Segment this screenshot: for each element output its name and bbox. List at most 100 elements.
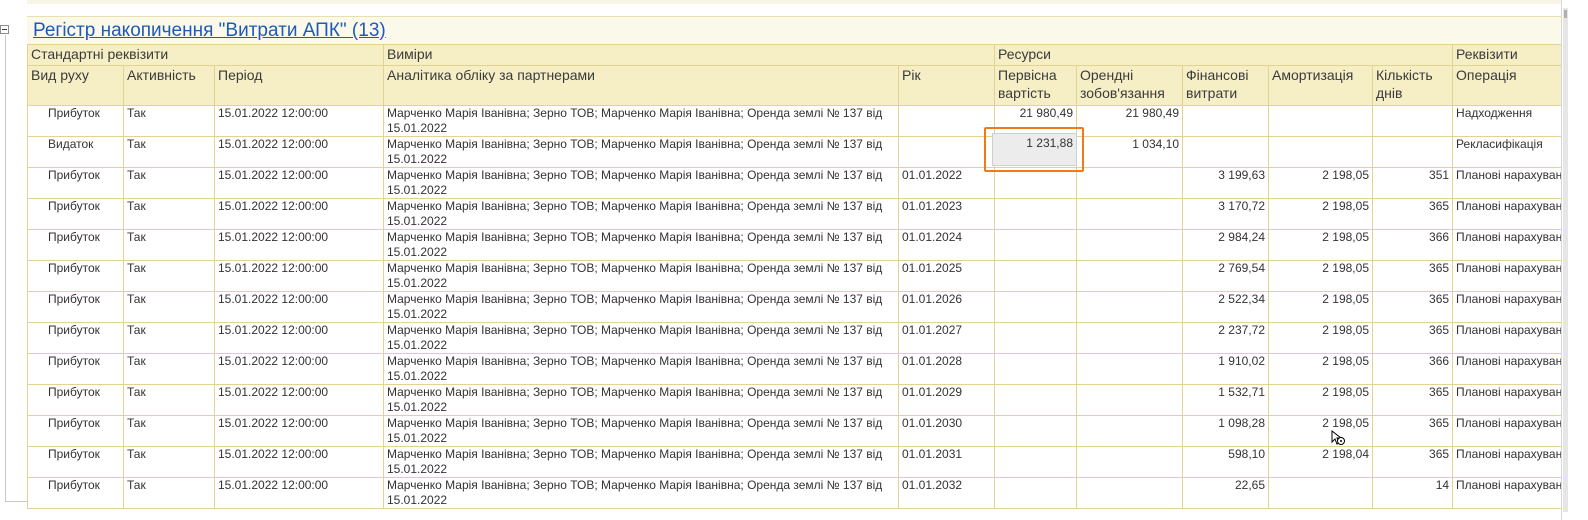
depreciation-cell[interactable]: 2 198,05 xyxy=(1268,198,1373,230)
movement-type-cell[interactable]: Прибуток xyxy=(27,415,124,447)
movement-type-cell[interactable]: Прибуток xyxy=(27,353,124,385)
movement-type-cell[interactable]: Прибуток xyxy=(27,229,124,261)
depreciation-cell[interactable]: 2 198,05 xyxy=(1268,229,1373,261)
movement-type-cell[interactable]: Видаток xyxy=(27,136,124,168)
lease-liability-cell[interactable] xyxy=(1076,477,1183,509)
analytics-cell[interactable]: Марченко Марія Іванівна; Зерно ТОВ; Марч… xyxy=(383,136,899,168)
depreciation-cell[interactable] xyxy=(1268,105,1373,137)
depreciation-cell[interactable] xyxy=(1268,136,1373,168)
table-row[interactable]: Прибуток Так 15.01.2022 12:00:00 Марченко М… xyxy=(27,446,1563,478)
initial-cost-cell[interactable] xyxy=(994,198,1077,230)
activity-cell[interactable]: Так xyxy=(123,198,215,230)
operation-cell[interactable]: Рекласифікація xyxy=(1452,136,1563,168)
year-cell[interactable]: 01.01.2027 xyxy=(898,322,995,354)
depreciation-cell[interactable]: 2 198,05 xyxy=(1268,291,1373,323)
year-cell[interactable]: 01.01.2031 xyxy=(898,446,995,478)
activity-cell[interactable]: Так xyxy=(123,167,215,199)
operation-cell[interactable]: Планові нарахування xyxy=(1452,322,1563,354)
days-cell[interactable]: 365 xyxy=(1371,198,1454,230)
movement-type-cell[interactable]: Прибуток xyxy=(27,105,124,137)
lease-liability-cell[interactable] xyxy=(1076,198,1183,230)
table-row[interactable]: Прибуток Так 15.01.2022 12:00:00 Марченко М… xyxy=(27,198,1563,230)
activity-cell[interactable]: Так xyxy=(123,136,215,168)
initial-cost-cell[interactable]: 1 231,88 xyxy=(994,136,1077,168)
col-analytics[interactable]: Аналітика обліку за партнерами xyxy=(383,65,899,106)
operation-cell[interactable]: Планові нарахування xyxy=(1452,167,1563,199)
financial-expenses-cell[interactable]: 2 237,72 xyxy=(1182,322,1269,354)
table-row[interactable]: Прибуток Так 15.01.2022 12:00:00 Марченко М… xyxy=(27,353,1563,385)
col-activity[interactable]: Активність xyxy=(123,65,215,106)
collapse-group-icon[interactable] xyxy=(0,25,9,34)
year-cell[interactable]: 01.01.2029 xyxy=(898,384,995,416)
activity-cell[interactable]: Так xyxy=(123,229,215,261)
initial-cost-cell[interactable] xyxy=(994,229,1077,261)
movement-type-cell[interactable]: Прибуток xyxy=(27,260,124,292)
col-days[interactable]: Кількість днів xyxy=(1371,65,1454,106)
period-cell[interactable]: 15.01.2022 12:00:00 xyxy=(214,198,384,230)
lease-liability-cell[interactable] xyxy=(1076,322,1183,354)
year-cell[interactable]: 01.01.2028 xyxy=(898,353,995,385)
period-cell[interactable]: 15.01.2022 12:00:00 xyxy=(214,415,384,447)
year-cell[interactable]: 01.01.2022 xyxy=(898,167,995,199)
days-cell[interactable]: 366 xyxy=(1371,353,1454,385)
table-row[interactable]: Прибуток Так 15.01.2022 12:00:00 Марченко М… xyxy=(27,384,1563,416)
initial-cost-cell[interactable] xyxy=(994,477,1077,509)
initial-cost-cell[interactable] xyxy=(994,291,1077,323)
financial-expenses-cell[interactable] xyxy=(1182,105,1269,137)
operation-cell[interactable]: Надходження xyxy=(1452,105,1563,137)
col-financial-expenses[interactable]: Фінансові витрати xyxy=(1182,65,1269,106)
operation-cell[interactable]: Планові нарахування xyxy=(1452,198,1563,230)
scrollbar-thumb[interactable] xyxy=(1564,10,1567,18)
initial-cost-cell[interactable]: 21 980,49 xyxy=(994,105,1077,137)
table-row[interactable]: Прибуток Так 15.01.2022 12:00:00 Марченко М… xyxy=(27,105,1563,137)
table-row[interactable]: Видаток Так 15.01.2022 12:00:00 Марченко Ма… xyxy=(27,136,1563,168)
days-cell[interactable]: 365 xyxy=(1371,446,1454,478)
lease-liability-cell[interactable] xyxy=(1076,291,1183,323)
depreciation-cell[interactable]: 2 198,05 xyxy=(1268,353,1373,385)
financial-expenses-cell[interactable] xyxy=(1182,136,1269,168)
depreciation-cell[interactable]: 2 198,05 xyxy=(1268,260,1373,292)
depreciation-cell[interactable]: 2 198,04 xyxy=(1268,446,1373,478)
period-cell[interactable]: 15.01.2022 12:00:00 xyxy=(214,384,384,416)
col-period[interactable]: Період xyxy=(214,65,384,106)
period-cell[interactable]: 15.01.2022 12:00:00 xyxy=(214,353,384,385)
activity-cell[interactable]: Так xyxy=(123,477,215,509)
movement-type-cell[interactable]: Прибуток xyxy=(27,477,124,509)
days-cell[interactable]: 14 xyxy=(1371,477,1454,509)
year-cell[interactable]: 01.01.2030 xyxy=(898,415,995,447)
financial-expenses-cell[interactable]: 2 984,24 xyxy=(1182,229,1269,261)
analytics-cell[interactable]: Марченко Марія Іванівна; Зерно ТОВ; Марч… xyxy=(383,415,899,447)
operation-cell[interactable]: Планові нарахування xyxy=(1452,291,1563,323)
days-cell[interactable]: 365 xyxy=(1371,415,1454,447)
lease-liability-cell[interactable] xyxy=(1076,260,1183,292)
year-cell[interactable] xyxy=(898,105,995,137)
activity-cell[interactable]: Так xyxy=(123,384,215,416)
col-lease-liability[interactable]: Орендні зобов'язання xyxy=(1076,65,1183,106)
operation-cell[interactable]: Планові нарахування xyxy=(1452,477,1563,509)
period-cell[interactable]: 15.01.2022 12:00:00 xyxy=(214,136,384,168)
period-cell[interactable]: 15.01.2022 12:00:00 xyxy=(214,322,384,354)
financial-expenses-cell[interactable]: 22,65 xyxy=(1182,477,1269,509)
col-year[interactable]: Рік xyxy=(898,65,995,106)
analytics-cell[interactable]: Марченко Марія Іванівна; Зерно ТОВ; Марч… xyxy=(383,322,899,354)
financial-expenses-cell[interactable]: 2 522,34 xyxy=(1182,291,1269,323)
movement-type-cell[interactable]: Прибуток xyxy=(27,322,124,354)
financial-expenses-cell[interactable]: 1 098,28 xyxy=(1182,415,1269,447)
activity-cell[interactable]: Так xyxy=(123,353,215,385)
analytics-cell[interactable]: Марченко Марія Іванівна; Зерно ТОВ; Марч… xyxy=(383,446,899,478)
depreciation-cell[interactable]: 2 198,05 xyxy=(1268,322,1373,354)
days-cell[interactable]: 351 xyxy=(1371,167,1454,199)
lease-liability-cell[interactable] xyxy=(1076,353,1183,385)
table-row[interactable]: Прибуток Так 15.01.2022 12:00:00 Марченко М… xyxy=(27,291,1563,323)
year-cell[interactable]: 01.01.2023 xyxy=(898,198,995,230)
days-cell[interactable]: 366 xyxy=(1371,229,1454,261)
lease-liability-cell[interactable]: 1 034,10 xyxy=(1076,136,1183,168)
operation-cell[interactable]: Планові нарахування xyxy=(1452,384,1563,416)
analytics-cell[interactable]: Марченко Марія Іванівна; Зерно ТОВ; Марч… xyxy=(383,291,899,323)
financial-expenses-cell[interactable]: 3 170,72 xyxy=(1182,198,1269,230)
analytics-cell[interactable]: Марченко Марія Іванівна; Зерно ТОВ; Марч… xyxy=(383,384,899,416)
financial-expenses-cell[interactable]: 2 769,54 xyxy=(1182,260,1269,292)
report-title-link[interactable]: Регістр накопичення "Витрати АПК" (13) xyxy=(33,20,386,42)
days-cell[interactable]: 365 xyxy=(1371,384,1454,416)
year-cell[interactable]: 01.01.2026 xyxy=(898,291,995,323)
